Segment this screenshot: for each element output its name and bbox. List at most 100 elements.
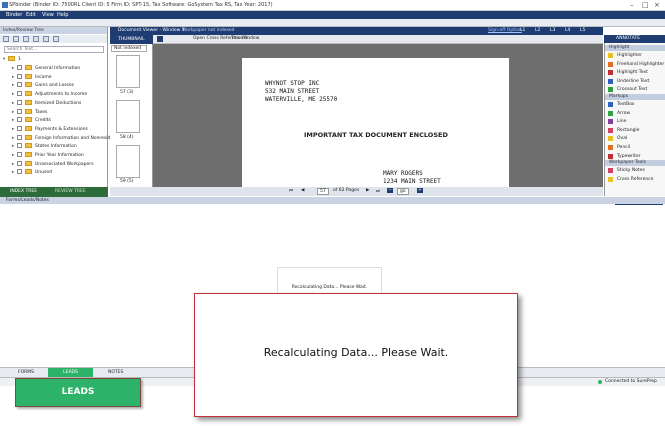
play-icon[interactable] — [157, 36, 163, 42]
thumbnail-page[interactable] — [116, 55, 140, 88]
sender-line: 532 MAIN STREET — [265, 88, 320, 95]
thumbnail-page[interactable] — [116, 145, 140, 178]
signoff-option-link[interactable]: Sign-off Option — [488, 28, 522, 33]
signoff-level-5[interactable]: L5 — [580, 28, 585, 33]
first-page-icon[interactable]: ⏮ — [289, 188, 293, 194]
checkbox[interactable] — [17, 117, 22, 123]
tool-icon — [608, 53, 613, 58]
expand-icon[interactable] — [33, 36, 39, 42]
tab-notes[interactable]: NOTES — [108, 370, 123, 375]
main-toolbar — [0, 19, 665, 27]
tree-item[interactable]: ▸ Gains and Losses — [12, 82, 74, 90]
doc-viewer-subtitle: Workpaper not indexed — [182, 28, 235, 33]
tree-item[interactable]: ▸ Unassociated Workpapers — [12, 160, 93, 169]
signoff-level-1[interactable]: L1 — [520, 28, 525, 33]
checkbox[interactable] — [17, 91, 22, 97]
refresh-icon[interactable] — [23, 36, 29, 42]
title-bar: SPbinder (Binder ID: 7500RL Client ID: 5… — [0, 0, 665, 11]
checkbox[interactable] — [17, 65, 22, 70]
maximize-icon[interactable]: □ — [642, 1, 649, 9]
thumb-filter-select[interactable]: Not indexed — [111, 45, 147, 52]
tool-label: Crossout Text — [617, 87, 648, 93]
app-icon — [2, 2, 8, 8]
checkbox[interactable] — [17, 160, 22, 166]
tree-item[interactable]: ▸ Unused — [12, 169, 52, 177]
tab-thumbnail[interactable]: THUMBNAIL — [110, 35, 153, 44]
tool-icon — [608, 127, 613, 133]
minimize-icon[interactable]: – — [630, 1, 634, 9]
tree-item[interactable]: ▸ Prior Year Information — [12, 152, 84, 160]
window-title: SPbinder (Binder ID: 7500RL Client ID: 5… — [9, 2, 273, 8]
signoff-level-4[interactable]: L4 — [565, 28, 570, 33]
folder-icon[interactable] — [13, 36, 19, 42]
zoom-select[interactable]: go — [397, 188, 409, 195]
page-nav-bar: ⏮ ◀ 57 of 62 Pages ▶ ⏭ − go + — [153, 187, 603, 196]
settings-icon[interactable] — [53, 36, 59, 42]
zoom-in-icon[interactable]: + — [417, 188, 423, 193]
signoff-level-3[interactable]: L3 — [550, 28, 555, 33]
zoom-out-icon[interactable]: − — [387, 188, 393, 193]
tree-item[interactable]: ▸ Taxes — [12, 108, 48, 117]
tree-item[interactable]: ▸ General Information — [12, 65, 80, 73]
tab-forms[interactable]: FORMS — [18, 370, 34, 375]
tool-icon — [608, 119, 613, 125]
folder-icon — [25, 82, 32, 88]
tool-icon — [608, 70, 613, 76]
checkbox[interactable] — [17, 152, 22, 157]
next-page-icon[interactable]: ▶ — [366, 188, 369, 193]
search-input[interactable]: Search Text... — [4, 46, 104, 53]
menu-bar: Binder Edit View Help — [0, 11, 665, 19]
tree-item[interactable]: ▸ Foreign Information and Nonresident — [12, 134, 118, 143]
last-page-icon[interactable]: ⏭ — [376, 188, 380, 194]
tree-item-label: Prior Year Information — [35, 153, 84, 158]
tool-icon — [608, 145, 613, 150]
tree-root[interactable]: ▾ 1 — [3, 56, 21, 64]
tree-item[interactable]: ▸ States Information — [12, 143, 77, 151]
close-icon[interactable]: × — [654, 1, 660, 9]
sender-line: WHYNOT STOP INC — [265, 80, 320, 87]
add-icon[interactable] — [3, 36, 9, 42]
leads-button[interactable]: LEADS — [15, 378, 141, 407]
signoff-level-2[interactable]: L2 — [535, 28, 540, 33]
tree-item[interactable]: ▸ Adjustments to Income — [12, 91, 87, 99]
folder-icon — [25, 160, 32, 166]
prev-page-icon[interactable]: ◀ — [301, 188, 304, 193]
thumbnail-page[interactable] — [116, 100, 140, 133]
tab-leads[interactable]: LEADS — [48, 368, 93, 377]
tab-review-tree[interactable]: REVIEW TREE — [55, 189, 86, 194]
collapse-icon[interactable] — [43, 36, 49, 42]
tree-item[interactable]: ▸ Income — [12, 73, 52, 82]
checkbox[interactable] — [17, 108, 22, 114]
menu-binder[interactable]: Binder — [6, 12, 22, 18]
menu-help[interactable]: Help — [57, 12, 68, 18]
menu-view[interactable]: View — [42, 12, 54, 18]
checkbox[interactable] — [17, 82, 22, 88]
tool-label: Sticky Notes — [617, 168, 645, 174]
tool-label: Arrow — [617, 110, 631, 116]
doc-heading: IMPORTANT TAX DOCUMENT ENCLOSED — [304, 131, 448, 139]
tool-label: Typewriter — [617, 153, 641, 159]
tool-label: Rectangle — [617, 127, 640, 133]
checkbox[interactable] — [17, 99, 22, 105]
checkbox[interactable] — [17, 134, 22, 140]
checkbox[interactable] — [17, 143, 22, 149]
thumb-label: 58 (4) — [120, 135, 134, 140]
page-number-input[interactable]: 57 — [317, 188, 329, 195]
menu-edit[interactable]: Edit — [26, 12, 36, 18]
tree-item-label: Taxes — [35, 109, 48, 115]
annotate-header: ANNOTATE — [604, 35, 665, 43]
tree-item[interactable]: ▸ Credits — [12, 117, 51, 125]
annotate-tool[interactable]: Cross Reference — [605, 175, 665, 184]
crossref-select[interactable]: This Window — [231, 36, 259, 41]
tab-index-tree[interactable]: INDEX TREE — [10, 189, 37, 194]
tool-label: Highlight Text — [617, 70, 648, 76]
checkbox[interactable] — [17, 125, 22, 131]
pane-title: Index/Review Tree — [0, 27, 107, 34]
thumb-zoom-bar[interactable] — [110, 187, 153, 196]
tree-item[interactable]: ▸ Payments & Extensions — [12, 125, 88, 134]
tool-icon — [608, 61, 613, 67]
tree-item-label: Unused — [35, 170, 52, 176]
checkbox[interactable] — [17, 73, 22, 79]
checkbox[interactable] — [17, 169, 22, 175]
tree-item[interactable]: ▸ Itemized Deductions — [12, 99, 81, 108]
